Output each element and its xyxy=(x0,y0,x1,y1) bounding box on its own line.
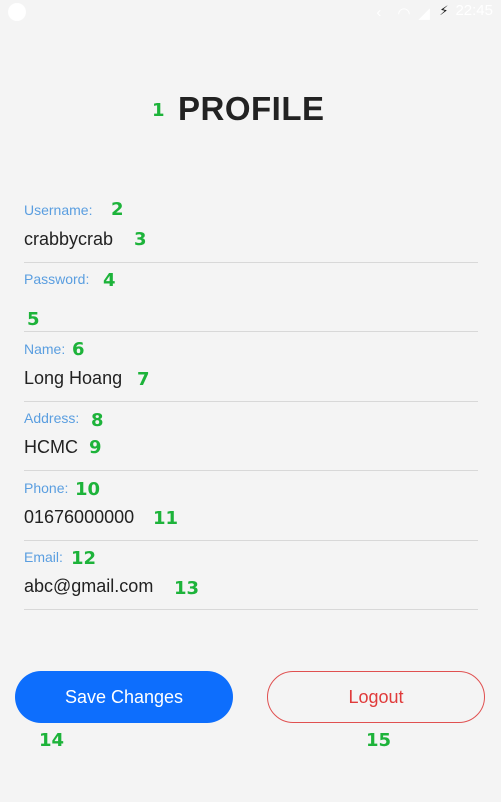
divider xyxy=(24,262,478,263)
wifi-icon: ◠ xyxy=(397,4,411,22)
back-arrow-icon: ‹ xyxy=(376,3,382,21)
annotation-marker: 5 xyxy=(27,309,40,330)
annotation-marker: 7 xyxy=(137,369,150,390)
annotation-marker: 15 xyxy=(366,730,392,751)
annotation-marker: 12 xyxy=(71,548,97,569)
divider xyxy=(24,401,478,402)
password-label: Password: xyxy=(24,271,90,287)
annotation-marker: 2 xyxy=(111,199,124,220)
divider xyxy=(24,470,478,471)
annotation-marker: 1 xyxy=(152,100,165,121)
annotation-marker: 4 xyxy=(103,270,116,291)
email-value[interactable]: abc@gmail.com xyxy=(24,576,153,597)
signal-icon: ◢ xyxy=(418,4,430,22)
status-bar: ‹ ◠ ◢ ⚡ 22:45 xyxy=(0,0,501,24)
status-icons: ‹ ◠ ◢ ⚡ 22:45 xyxy=(376,2,493,22)
annotation-marker: 11 xyxy=(153,508,179,529)
address-value[interactable]: HCMC xyxy=(24,437,78,458)
password-value[interactable] xyxy=(24,298,224,322)
page-title: PROFILE xyxy=(178,90,325,127)
name-value[interactable]: Long Hoang xyxy=(24,368,122,389)
divider xyxy=(24,331,478,332)
logout-button[interactable]: Logout xyxy=(267,671,485,723)
annotation-marker: 6 xyxy=(72,339,85,360)
username-value[interactable]: crabbycrab xyxy=(24,229,113,250)
divider xyxy=(24,540,478,541)
username-label: Username: xyxy=(24,202,93,218)
annotation-marker: 14 xyxy=(39,730,65,751)
name-label: Name: xyxy=(24,341,66,357)
annotation-marker: 13 xyxy=(174,578,200,599)
annotation-marker: 3 xyxy=(134,229,147,250)
phone-label: Phone: xyxy=(24,480,69,496)
email-label: Email: xyxy=(24,549,63,565)
status-time: 22:45 xyxy=(455,2,493,19)
phone-value[interactable]: 01676000000 xyxy=(24,507,134,528)
annotation-marker: 8 xyxy=(91,410,104,431)
annotation-marker: 10 xyxy=(75,479,101,500)
address-label: Address: xyxy=(24,410,80,426)
charging-icon: ⚡ xyxy=(439,2,449,18)
save-changes-button[interactable]: Save Changes xyxy=(15,671,233,723)
divider xyxy=(24,609,478,610)
app-icon xyxy=(8,3,26,21)
annotation-marker: 9 xyxy=(89,437,102,458)
